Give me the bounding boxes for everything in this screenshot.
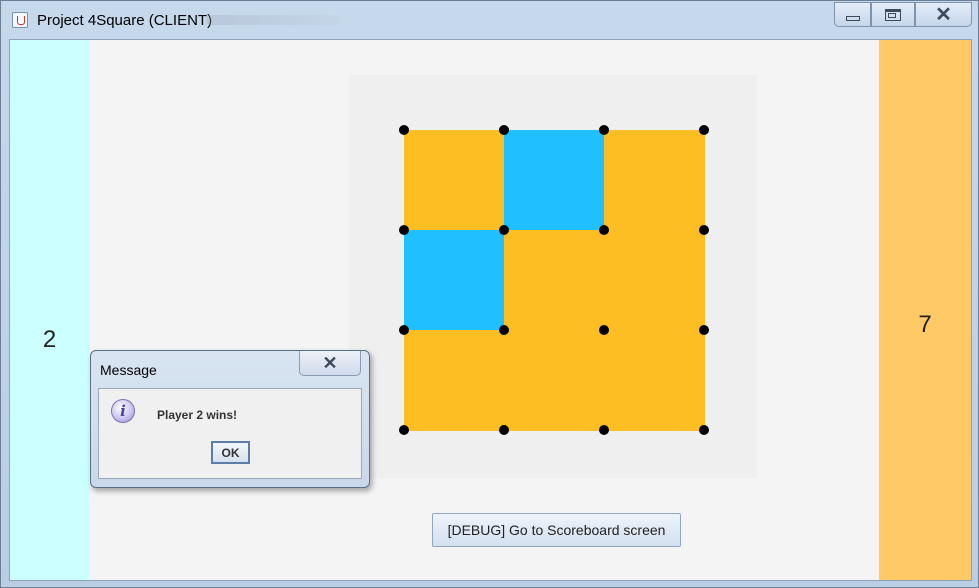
message-dialog: Message ✕ i Player 2 wins! OK bbox=[90, 350, 370, 488]
dialog-close-button[interactable]: ✕ bbox=[299, 351, 361, 376]
window-title: Project 4Square (CLIENT) bbox=[37, 12, 213, 29]
grid-dot[interactable] bbox=[399, 325, 409, 335]
minimize-icon bbox=[845, 16, 860, 21]
debug-scoreboard-button[interactable]: [DEBUG] Go to Scoreboard screen bbox=[432, 513, 681, 547]
grid-dot[interactable] bbox=[399, 225, 409, 235]
maximize-icon bbox=[885, 8, 901, 21]
dialog-message: Player 2 wins! bbox=[157, 408, 238, 422]
board-cell[interactable] bbox=[404, 330, 505, 431]
grid-dot[interactable] bbox=[499, 325, 509, 335]
grid-dot[interactable] bbox=[699, 225, 709, 235]
window-controls: ✕ bbox=[834, 2, 972, 29]
grid-dot[interactable] bbox=[699, 425, 709, 435]
grid-dot[interactable] bbox=[399, 425, 409, 435]
grid-dot[interactable] bbox=[499, 125, 509, 135]
grid-dot[interactable] bbox=[399, 125, 409, 135]
player2-score: 7 bbox=[918, 311, 932, 338]
board-cell[interactable] bbox=[604, 230, 705, 331]
dialog-title: Message bbox=[100, 362, 157, 378]
grid-dot[interactable] bbox=[599, 325, 609, 335]
board-cell[interactable] bbox=[404, 130, 505, 231]
board-cell[interactable] bbox=[404, 230, 505, 331]
info-icon: i bbox=[111, 399, 135, 423]
board-cell[interactable] bbox=[504, 230, 605, 331]
player1-score-panel: 2 bbox=[10, 40, 89, 580]
grid-dot[interactable] bbox=[699, 325, 709, 335]
board-cell[interactable] bbox=[504, 130, 605, 231]
grid-dot[interactable] bbox=[499, 425, 509, 435]
title-path-blur bbox=[206, 15, 341, 25]
java-app-icon[interactable] bbox=[12, 12, 28, 28]
close-icon: ✕ bbox=[935, 3, 952, 26]
board-cell[interactable] bbox=[604, 130, 705, 231]
close-icon: ✕ bbox=[322, 352, 338, 373]
app-window: Project 4Square (CLIENT) ✕ 2 7 [DEBUG] G… bbox=[0, 0, 979, 588]
minimize-button[interactable] bbox=[834, 2, 871, 27]
grid-dot[interactable] bbox=[599, 425, 609, 435]
game-panel: 2 7 [DEBUG] Go to Scoreboard screen bbox=[9, 39, 972, 581]
grid-dot[interactable] bbox=[599, 125, 609, 135]
grid-dot[interactable] bbox=[699, 125, 709, 135]
player1-score: 2 bbox=[42, 326, 57, 353]
dialog-body: i Player 2 wins! OK bbox=[98, 388, 362, 479]
close-button[interactable]: ✕ bbox=[915, 2, 972, 27]
maximize-button[interactable] bbox=[871, 2, 915, 27]
grid-dot[interactable] bbox=[599, 225, 609, 235]
title-bar[interactable]: Project 4Square (CLIENT) ✕ bbox=[1, 1, 978, 39]
ok-button[interactable]: OK bbox=[211, 441, 250, 464]
game-board bbox=[349, 75, 757, 478]
board-cell[interactable] bbox=[504, 330, 605, 431]
grid-dot[interactable] bbox=[499, 225, 509, 235]
board-cell[interactable] bbox=[604, 330, 705, 431]
player2-score-panel: 7 bbox=[879, 40, 971, 580]
